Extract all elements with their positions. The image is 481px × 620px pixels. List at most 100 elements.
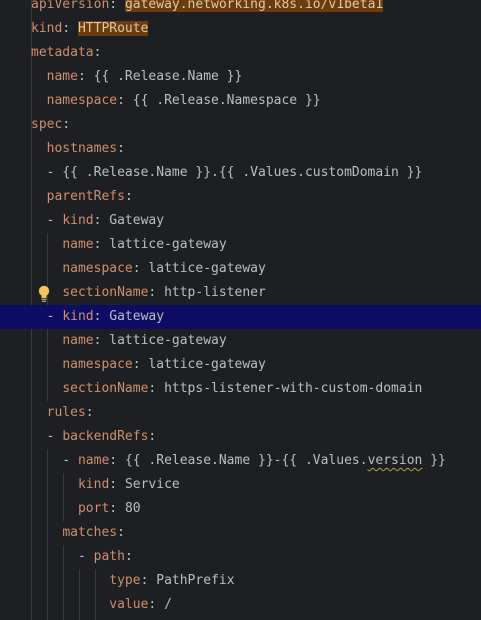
yaml-value: https-listener-with-custom-domain xyxy=(164,381,423,396)
typo-warning[interactable]: version xyxy=(368,453,423,468)
code-line: apiVersion: gateway.networking.k8s.io/v1… xyxy=(0,0,481,17)
yaml-key: namespace xyxy=(46,93,118,108)
current-line[interactable]: - kind: Gateway xyxy=(0,305,481,329)
yaml-colon: : xyxy=(109,0,125,12)
yaml-value: {{ .Release.Namespace }} xyxy=(132,93,321,108)
code-line: type: PathPrefix xyxy=(0,569,481,593)
yaml-key: port xyxy=(77,501,110,516)
code-line: spec: xyxy=(0,113,481,137)
yaml-key: namespace xyxy=(62,357,133,372)
yaml-value: {{ .Release.Name }} xyxy=(93,69,243,84)
yaml-key: name xyxy=(62,237,94,252)
yaml-value: http-listener xyxy=(164,285,266,300)
yaml-key: kind xyxy=(62,213,94,228)
yaml-value: lattice-gateway xyxy=(148,357,266,372)
code-line: matches: xyxy=(0,521,481,545)
yaml-value: / xyxy=(164,597,172,612)
list-dash: - xyxy=(77,549,94,564)
yaml-colon: : xyxy=(140,573,157,588)
yaml-value: {{ .Release.Name }}.{{ .Values.customDom… xyxy=(62,165,423,180)
yaml-colon: : xyxy=(132,261,149,276)
yaml-key: type xyxy=(109,573,141,588)
yaml-value: Gateway xyxy=(109,213,165,228)
yaml-key: metadata xyxy=(31,45,94,60)
yaml-value: lattice-gateway xyxy=(109,333,227,348)
lightbulb-icon[interactable] xyxy=(37,284,51,304)
code-line: parentRefs: xyxy=(0,185,481,209)
yaml-key: backendRefs xyxy=(62,429,149,444)
search-match-value: gateway.networking.k8s.io/v1beta1 xyxy=(124,0,384,12)
list-dash: - xyxy=(46,309,63,324)
yaml-colon: : xyxy=(117,93,133,108)
yaml-colon: : xyxy=(93,213,110,228)
code-line: port: 80 xyxy=(0,497,481,521)
code-line: namespace: lattice-gateway xyxy=(0,257,481,281)
yaml-key: apiVersion xyxy=(31,0,110,12)
yaml-key: sectionName xyxy=(62,285,149,300)
yaml-colon: : xyxy=(62,21,78,36)
yaml-colon: : xyxy=(93,333,110,348)
yaml-colon: : xyxy=(117,141,125,156)
code-line: kind: Service xyxy=(0,473,481,497)
yaml-value: 80 xyxy=(124,501,141,516)
yaml-colon: : xyxy=(117,525,125,540)
yaml-value: }} xyxy=(422,453,446,468)
code-line: - path: xyxy=(0,545,481,569)
yaml-key: rules xyxy=(46,405,86,420)
yaml-value: Gateway xyxy=(109,309,165,324)
yaml-colon: : xyxy=(77,69,94,84)
yaml-value: {{ .Release.Name }}-{{ .Values. xyxy=(124,453,368,468)
yaml-colon: : xyxy=(132,357,149,372)
code-line: metadata: xyxy=(0,41,481,65)
list-dash: - xyxy=(62,453,78,468)
yaml-value: PathPrefix xyxy=(156,573,235,588)
yaml-key: kind xyxy=(31,21,63,36)
yaml-key: name xyxy=(62,333,94,348)
code-line: sectionName: https-listener-with-custom-… xyxy=(0,377,481,401)
code-line: - backendRefs: xyxy=(0,425,481,449)
code-line: - name: {{ .Release.Name }}-{{ .Values.v… xyxy=(0,449,481,473)
yaml-key: path xyxy=(93,549,125,564)
yaml-colon: : xyxy=(148,429,157,444)
yaml-colon: : xyxy=(148,285,165,300)
yaml-colon: : xyxy=(148,381,165,396)
code-line: value: / xyxy=(0,593,481,617)
code-line: rules: xyxy=(0,401,481,425)
yaml-key: matches xyxy=(62,525,118,540)
yaml-key: name xyxy=(46,69,78,84)
yaml-colon: : xyxy=(93,45,102,60)
yaml-code-editor[interactable]: apiVersion: gateway.networking.k8s.io/v1… xyxy=(0,0,481,620)
yaml-key: kind xyxy=(77,477,110,492)
yaml-colon: : xyxy=(93,237,110,252)
yaml-colon: : xyxy=(109,453,125,468)
yaml-key: sectionName xyxy=(62,381,149,396)
yaml-key: kind xyxy=(62,309,94,324)
yaml-colon: : xyxy=(62,117,71,132)
code-line: hostnames: xyxy=(0,137,481,161)
yaml-colon: : xyxy=(85,405,94,420)
code-line: name: lattice-gateway xyxy=(0,329,481,353)
yaml-key: hostnames xyxy=(46,141,118,156)
yaml-value: Service xyxy=(124,477,180,492)
list-dash: - xyxy=(46,165,63,180)
search-match-value: HTTPRoute xyxy=(77,21,149,36)
yaml-key: namespace xyxy=(62,261,133,276)
code-line: name: lattice-gateway xyxy=(0,233,481,257)
yaml-colon: : xyxy=(124,549,133,564)
yaml-value: lattice-gateway xyxy=(109,237,227,252)
code-line: - {{ .Release.Name }}.{{ .Values.customD… xyxy=(0,161,481,185)
yaml-colon: : xyxy=(148,597,165,612)
code-line: name: {{ .Release.Name }} xyxy=(0,65,481,89)
yaml-key: parentRefs xyxy=(46,189,125,204)
code-line: sectionName: http-listener xyxy=(0,281,481,305)
yaml-key: value xyxy=(109,597,149,612)
yaml-value: lattice-gateway xyxy=(148,261,266,276)
code-line: - kind: Gateway xyxy=(0,209,481,233)
yaml-colon: : xyxy=(109,501,125,516)
list-dash: - xyxy=(46,213,63,228)
code-line: namespace: lattice-gateway xyxy=(0,353,481,377)
yaml-colon: : xyxy=(109,477,125,492)
yaml-colon: : xyxy=(124,189,133,204)
list-dash: - xyxy=(46,429,63,444)
code-line: namespace: {{ .Release.Namespace }} xyxy=(0,89,481,113)
